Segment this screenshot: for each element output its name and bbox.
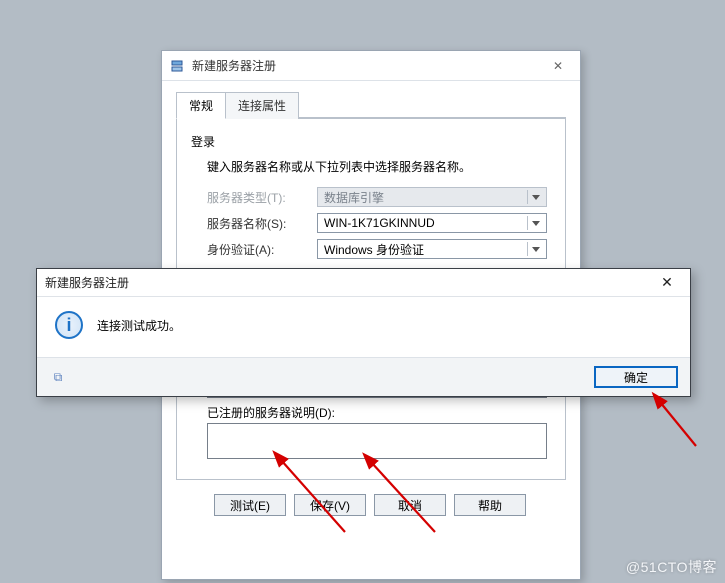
server-name-select[interactable]: WIN-1K71GKINNUD [317, 213, 547, 233]
login-section-label: 登录 [191, 133, 551, 150]
registered-desc-label: 已注册的服务器说明(D): [207, 404, 547, 421]
dialog-title: 新建服务器注册 [192, 57, 276, 74]
server-name-value: WIN-1K71GKINNUD [324, 216, 435, 230]
registered-desc-input[interactable] [207, 423, 547, 459]
server-type-label: 服务器类型(T): [207, 189, 317, 206]
copy-icon[interactable]: ⧉ [49, 369, 67, 385]
server-type-select: 数据库引擎 [317, 187, 547, 207]
tab-strip: 常规 连接属性 [176, 91, 566, 118]
msgbox-message: 连接测试成功。 [97, 317, 181, 334]
connection-test-msgbox: 新建服务器注册 ✕ i 连接测试成功。 ⧉ 确定 [36, 268, 691, 397]
tab-connection-properties[interactable]: 连接属性 [225, 92, 299, 119]
server-type-row: 服务器类型(T): 数据库引擎 [207, 187, 547, 207]
msgbox-title: 新建服务器注册 [45, 274, 129, 291]
auth-select[interactable]: Windows 身份验证 [317, 239, 547, 259]
ok-button[interactable]: 确定 [594, 366, 678, 388]
watermark: @51CTO博客 [626, 557, 717, 577]
auth-value: Windows 身份验证 [324, 241, 424, 258]
help-button[interactable]: 帮助 [454, 494, 526, 516]
login-hint: 键入服务器名称或从下拉列表中选择服务器名称。 [207, 158, 551, 175]
auth-label: 身份验证(A): [207, 241, 317, 258]
server-type-value: 数据库引擎 [324, 189, 384, 206]
server-name-row: 服务器名称(S): WIN-1K71GKINNUD [207, 213, 547, 233]
tab-underline [298, 117, 566, 118]
auth-row: 身份验证(A): Windows 身份验证 [207, 239, 547, 259]
msgbox-body: i 连接测试成功。 [37, 297, 690, 357]
dialog-titlebar[interactable]: 新建服务器注册 ✕ [162, 51, 580, 81]
chevron-down-icon[interactable] [527, 216, 543, 230]
close-icon[interactable]: ✕ [652, 274, 682, 291]
info-icon: i [55, 311, 83, 339]
chevron-down-icon [527, 190, 543, 204]
dialog-button-row: 测试(E) 保存(V) 取消 帮助 [214, 494, 566, 516]
msgbox-footer: ⧉ 确定 [37, 357, 690, 396]
msgbox-titlebar[interactable]: 新建服务器注册 ✕ [37, 269, 690, 297]
test-button[interactable]: 测试(E) [214, 494, 286, 516]
close-icon[interactable]: ✕ [544, 56, 572, 76]
cancel-button[interactable]: 取消 [374, 494, 446, 516]
server-icon [170, 58, 186, 74]
tab-general[interactable]: 常规 [176, 92, 226, 119]
server-name-label: 服务器名称(S): [207, 215, 317, 232]
chevron-down-icon[interactable] [527, 242, 543, 256]
save-button[interactable]: 保存(V) [294, 494, 366, 516]
